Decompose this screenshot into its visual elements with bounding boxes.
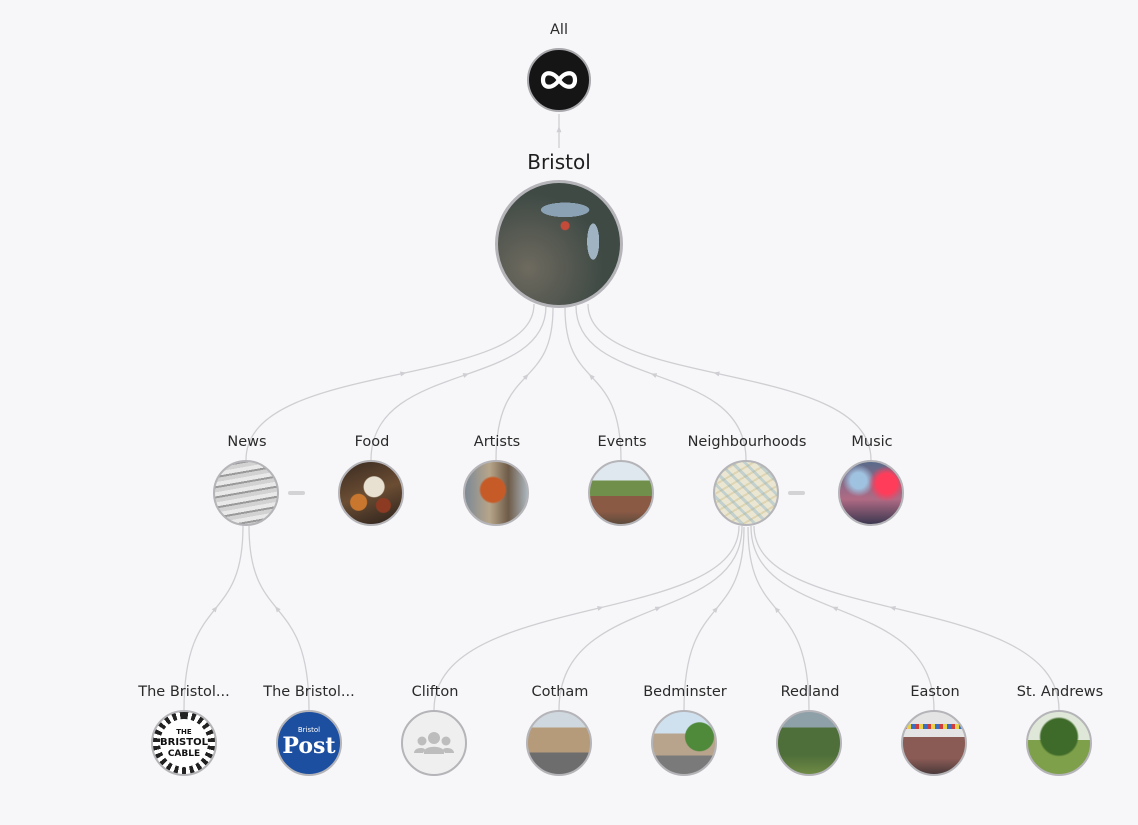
node-news[interactable]: News: [213, 434, 281, 528]
bunting-street-photo: [901, 710, 967, 776]
concert-lights-photo: [838, 460, 904, 526]
node-label: Clifton: [411, 684, 459, 700]
node-all[interactable]: All: [527, 22, 591, 114]
node-label: The Bristol...: [138, 684, 230, 700]
edge-line: [558, 525, 743, 711]
collapse-neighbourhoods-button[interactable]: [788, 491, 805, 495]
logo-main-text: Post: [282, 733, 336, 759]
edge-arrow: [556, 126, 562, 133]
edge-line: [683, 526, 745, 711]
node-label: St. Andrews: [1016, 684, 1104, 700]
city-map-photo: [713, 460, 779, 526]
node-bristol-cable[interactable]: The Bristol... THE BRISTOL CABLE: [138, 684, 230, 778]
logo-line: THE: [176, 728, 192, 736]
edge-arrow: [831, 606, 839, 612]
node-food[interactable]: Food: [338, 434, 406, 528]
aerial-city-photo: [495, 180, 623, 308]
edge-arrow: [462, 373, 470, 378]
street-art-photo: [463, 460, 529, 526]
node-label: Redland: [780, 684, 840, 700]
node-label: Bedminster: [643, 684, 727, 700]
node-bristol-post[interactable]: The Bristol... Bristol Post: [263, 684, 355, 778]
node-label: Bristol: [527, 150, 591, 174]
node-label: News: [227, 434, 267, 450]
edge-line: [433, 525, 740, 711]
edge-arrow: [654, 606, 662, 612]
edge-line: [183, 525, 244, 711]
high-street-photo: [651, 710, 717, 776]
node-clifton[interactable]: Clifton: [401, 684, 469, 778]
collapse-news-button[interactable]: [288, 491, 305, 495]
node-label: All: [550, 22, 568, 38]
group-icon: [401, 710, 467, 776]
node-cotham[interactable]: Cotham: [526, 684, 594, 778]
logo-line: BRISTOL: [160, 737, 208, 748]
logo-line: CABLE: [167, 749, 201, 759]
node-graph: All Bristol News Food Artists Events Nei…: [0, 0, 1138, 825]
node-label: Cotham: [531, 684, 589, 700]
node-label: The Bristol...: [263, 684, 355, 700]
bristol-cable-logo: THE BRISTOL CABLE: [151, 710, 217, 776]
terraced-street-photo: [526, 710, 592, 776]
node-label: Neighbourhoods: [687, 434, 807, 450]
node-label: Food: [354, 434, 390, 450]
node-st-andrews[interactable]: St. Andrews: [1017, 684, 1103, 778]
node-events[interactable]: Events: [588, 434, 656, 528]
infinity-icon: [527, 48, 591, 112]
node-label: Artists: [473, 434, 521, 450]
node-label: Music: [851, 434, 893, 450]
edge-line: [753, 525, 1060, 711]
node-label: Easton: [910, 684, 960, 700]
park-trees-photo: [1026, 710, 1092, 776]
bristol-post-logo: Bristol Post: [276, 710, 342, 776]
node-bedminster[interactable]: Bedminster: [643, 684, 727, 778]
green-valley-photo: [776, 710, 842, 776]
node-redland[interactable]: Redland: [776, 684, 844, 778]
newspapers-photo: [213, 460, 279, 526]
festival-crowd-photo: [588, 460, 654, 526]
node-music[interactable]: Music: [838, 434, 906, 528]
edge-arrow: [650, 373, 658, 378]
edge-line: [750, 525, 935, 711]
node-artists[interactable]: Artists: [463, 434, 531, 528]
node-easton[interactable]: Easton: [901, 684, 969, 778]
node-neighbourhoods[interactable]: Neighbourhoods: [688, 434, 806, 528]
node-label: Events: [597, 434, 647, 450]
food-plate-photo: [338, 460, 404, 526]
edge-line: [248, 525, 310, 711]
node-bristol[interactable]: Bristol: [495, 150, 623, 310]
